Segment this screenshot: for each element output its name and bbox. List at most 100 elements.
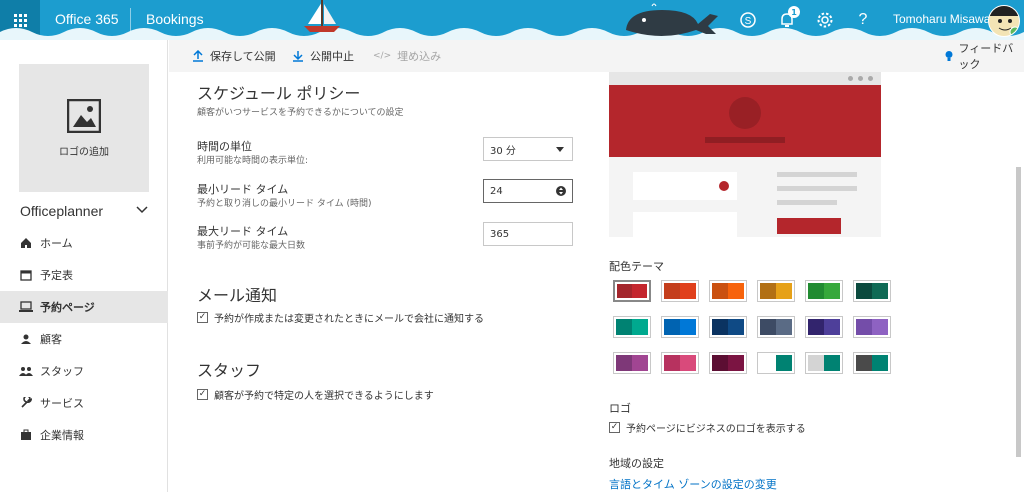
embed-button[interactable]: </> 埋め込み [373,40,441,72]
booking-page-preview [609,72,881,237]
sidebar-item-label: ホーム [40,237,73,250]
svg-text:S: S [745,16,752,27]
color-theme-swatch[interactable] [661,280,699,302]
max-lead-hint: 事前予約が可能な最大日数 [197,241,306,251]
save-publish-button[interactable]: 保存して公開 [192,40,276,72]
color-theme-swatch[interactable] [613,280,651,302]
feedback-label: フィードバック [958,42,1014,71]
user-name[interactable]: Tomoharu Misawa [893,12,990,26]
image-icon [67,98,101,133]
office-topbar: Office 365 Bookings S 1 ? Tomoharu Misaw… [0,0,1024,40]
add-logo-button[interactable]: ロゴの追加 [19,64,149,192]
notification-badge: 1 [788,6,800,18]
preview-button [777,218,841,234]
calendar-icon [18,267,34,283]
question-icon: ? [858,11,868,28]
max-lead-value: 365 [490,228,510,240]
sidebar-item-label: スタッフ [40,365,84,378]
lightbulb-icon [945,51,953,61]
caret-down-icon [556,147,564,152]
home-icon [18,235,34,251]
sidebar-item-label: 企業情報 [40,429,84,442]
settings-button[interactable] [806,0,844,40]
sidebar-item-calendar[interactable]: 予定表 [0,259,168,291]
region-link-text[interactable]: 言語とタイム ゾーンの設定の変更 [609,478,777,491]
color-theme-swatch[interactable] [709,352,747,374]
business-selector[interactable]: Officeplanner [20,203,103,219]
schedule-policy-title: スケジュール ポリシー [197,86,361,103]
color-theme-swatch[interactable] [613,352,651,374]
sidebar-item-label: 予約ページ [40,301,95,314]
code-icon: </> [373,51,392,61]
feedback-button[interactable]: フィードバック [944,40,1024,72]
email-notification-checkbox[interactable]: ✓ 予約が作成または変更されたときにメールで会社に通知する [197,310,484,325]
preview-hero [609,85,881,157]
staff-select-checkbox[interactable]: ✓ 顧客が予約で特定の人を選択できるようにします [197,387,434,402]
color-theme-swatch[interactable] [661,352,699,374]
sidebar-item-home[interactable]: ホーム [0,227,168,259]
command-bar: 保存して公開 公開中止 </> 埋め込み フィードバック [169,40,1024,72]
color-theme-swatch[interactable] [805,280,843,302]
schedule-policy-subtitle: 顧客がいつサービスを予約できるかについての設定 [197,108,404,118]
sidebar-item-services[interactable]: サービス [0,387,168,419]
min-lead-hint: 予約と取り消しの最小リード タイム (時間) [197,199,372,209]
time-unit-hint: 利用可能な時間の表示単位: [197,156,309,166]
avatar[interactable] [988,5,1020,37]
time-unit-select[interactable]: 30 分 [483,137,573,161]
min-lead-value: 24 [490,185,503,197]
color-theme-swatch[interactable] [805,316,843,338]
download-icon [293,51,303,62]
vertical-scrollbar[interactable] [1012,72,1024,492]
show-logo-checkbox[interactable]: ✓ 予約ページにビジネスのロゴを表示する [609,420,806,435]
color-theme-swatch[interactable] [709,280,747,302]
email-notification-title: メール通知 [197,288,278,305]
sidebar-item-booking-page[interactable]: 予約ページ [0,291,168,323]
unpublish-label: 公開中止 [310,50,354,63]
spinner-icon[interactable] [556,185,566,197]
scrollbar-thumb[interactable] [1016,167,1021,457]
people-icon [18,363,34,379]
time-unit-label: 時間の単位 [197,140,252,153]
skype-button[interactable]: S [729,0,767,40]
preview-window-bar [609,72,881,85]
staff-select-label: 顧客が予約で特定の人を選択できるようにします [214,391,434,402]
color-theme-swatch[interactable] [805,352,843,374]
max-lead-label: 最大リード タイム [197,225,289,238]
chevron-down-icon[interactable] [136,203,148,215]
skype-icon: S [740,12,756,28]
color-theme-swatch[interactable] [757,316,795,338]
wrench-icon [18,395,34,411]
staff-title: スタッフ [197,363,262,380]
save-publish-label: 保存して公開 [210,50,276,63]
color-theme-swatch[interactable] [709,316,747,338]
add-logo-label: ロゴの追加 [59,146,109,158]
sidebar-item-staff[interactable]: スタッフ [0,355,168,387]
min-lead-label: 最小リード タイム [197,183,289,196]
color-theme-swatch[interactable] [853,280,891,302]
color-theme-swatch[interactable] [757,280,795,302]
preview-card [633,212,737,237]
sidebar-item-label: 予定表 [40,269,73,282]
color-theme-swatch[interactable] [613,316,651,338]
region-settings-link[interactable]: 言語とタイム ゾーンの設定の変更 [609,476,777,492]
embed-label: 埋め込み [397,50,442,63]
whale-icon [626,3,718,36]
min-lead-stepper[interactable]: 24 [483,179,573,203]
sidebar-item-customers[interactable]: 顧客 [0,323,168,355]
color-theme-swatch[interactable] [661,316,699,338]
color-theme-swatch[interactable] [853,316,891,338]
color-theme-swatch[interactable] [757,352,795,374]
color-theme-swatch[interactable] [853,352,891,374]
unpublish-button[interactable]: 公開中止 [292,40,354,72]
laptop-icon [18,299,34,315]
sidebar-item-business-info[interactable]: 企業情報 [0,419,168,451]
checkmark-icon: ✓ [197,312,208,323]
color-theme-label: 配色テーマ [609,260,664,273]
max-lead-input[interactable]: 365 [483,222,573,246]
briefcase-icon [18,427,34,443]
preview-card [633,172,737,200]
help-button[interactable]: ? [844,0,882,40]
email-notification-label: 予約が作成または変更されたときにメールで会社に通知する [214,314,484,325]
region-settings-label: 地域の設定 [609,457,664,470]
notifications-button[interactable]: 1 [768,0,806,40]
